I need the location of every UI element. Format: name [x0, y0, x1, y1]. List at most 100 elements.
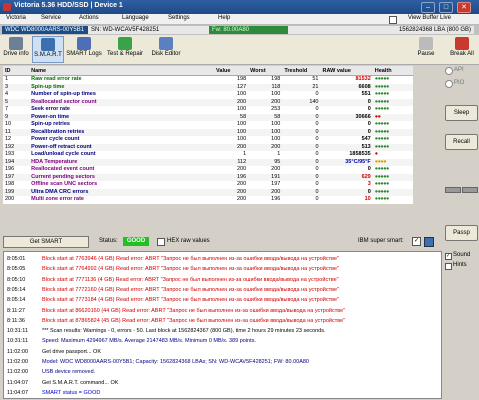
smart-value: 198 [236, 76, 247, 82]
get-smart-button[interactable]: Get SMART [3, 236, 89, 248]
smart-table: ID Name Value Worst Treshold RAW value H… [3, 66, 413, 204]
smart-value: 200 [214, 143, 249, 151]
device-model[interactable]: WDC WD8000AARS-00Y5B1 [2, 26, 89, 34]
smart-row[interactable]: 197 Current pending sectors 196 191 0 629 ●●●●… [3, 173, 413, 181]
sound-checkbox[interactable]: ✓ [445, 253, 452, 260]
log-options: ✓ Sound Hints [442, 251, 479, 397]
hex-raw-checkbox[interactable] [157, 238, 165, 246]
smart-row[interactable]: 199 Ultra DMA CRC errors 200 200 0 0 ●●●●● [3, 188, 413, 196]
view-buffer-live-checkbox[interactable] [389, 16, 397, 24]
smart-health: ●●●●● [372, 143, 413, 151]
pio-radio[interactable] [445, 80, 453, 88]
menu-settings[interactable]: Settings [168, 15, 190, 21]
grid-icon [159, 37, 173, 50]
smart-name: Power cycle count [31, 136, 80, 142]
smart-value: 200 [214, 188, 249, 196]
menu-victoria[interactable]: Victoria [6, 15, 26, 21]
smart-row[interactable]: 12 Power cycle count 100 100 0 547 ●●●●● [3, 136, 413, 144]
passp-button[interactable]: Passp [445, 225, 478, 241]
api-radio[interactable] [445, 67, 453, 75]
smart-worst: 95 [248, 158, 283, 166]
col-raw[interactable]: RAW value [320, 66, 373, 76]
hints-checkbox[interactable] [445, 263, 452, 270]
test-repair-button[interactable]: Test & Repair [104, 36, 146, 63]
smart-health: ●●●●● [372, 173, 413, 181]
smart-row[interactable]: 193 Load/unload cycle count 1 1 0 1858535 ● [3, 151, 413, 159]
maximize-button[interactable]: □ [439, 2, 453, 13]
col-value[interactable]: Value [214, 66, 249, 76]
smart-raw: 0 [320, 128, 373, 136]
minimize-button[interactable]: – [421, 2, 435, 13]
col-id[interactable]: ID [3, 66, 30, 76]
sleep-button[interactable]: Sleep [445, 105, 478, 121]
smart-threshold: 0 [282, 113, 321, 121]
smart-id: 4 [5, 91, 9, 97]
menu-service[interactable]: Service [41, 15, 61, 21]
log-message: Block start at 7773184 (4 GB) Read error… [42, 297, 339, 304]
smart-id: 1 [5, 76, 9, 82]
pause-button[interactable]: Pause [412, 36, 440, 63]
smart-value: 196 [214, 173, 249, 181]
log-time: 8:11:27 [7, 307, 25, 314]
menu-actions[interactable]: Actions [79, 15, 99, 21]
smart-name: Spin-up retries [31, 121, 70, 127]
smart-raw: 547 [361, 136, 371, 142]
menu-language[interactable]: Language [122, 15, 149, 21]
slider-left[interactable] [445, 187, 461, 193]
smart-row[interactable]: 194 HDA Temperature 112 95 0 35°C/95°F ●●●● [3, 158, 413, 166]
smart-health: ●●●●● [374, 166, 390, 172]
sound-label: Sound [453, 252, 471, 258]
smart-worst: 197 [271, 181, 281, 187]
col-health[interactable]: Health [372, 66, 413, 76]
toolbar: Drive info S.M.A.R.T SMART Logs Test & R… [0, 35, 479, 65]
smart-raw: 35°C/95°F [320, 158, 373, 166]
log-panel: 8:05:01 Block start at 7763946 (4 GB) Rea… [3, 251, 442, 399]
view-buffer-live-label: View Buffer Live [407, 15, 451, 21]
menu-help[interactable]: Help [218, 15, 230, 21]
smart-id: 5 [3, 98, 30, 106]
slider-right[interactable] [462, 187, 478, 193]
smart-row[interactable]: 10 Spin-up retries 100 100 0 0 ●●●●● [3, 121, 413, 129]
smart-health: ●●●●● [374, 91, 390, 97]
smart-health: ●●●●● [374, 136, 390, 142]
smart-row[interactable]: 11 Recalibration retries 100 100 0 0 ●●●●● [3, 128, 413, 136]
smart-row[interactable]: 3 Spin-up time 127 118 21 6608 ●●●●● [3, 83, 413, 91]
options-icon[interactable] [424, 237, 434, 247]
log-line: 8:11:27 Block start at 86620160 (44 GB) R… [4, 306, 441, 316]
smart-row[interactable]: 192 Power-off retract count 200 200 0 513 ●●●●… [3, 143, 413, 151]
log-time: 11:04:07 [7, 389, 29, 396]
smart-row[interactable]: 196 Reallocated event count 200 200 0 0 ●●●●● [3, 166, 413, 174]
log-time: 8:05:14 [7, 286, 26, 293]
smart-logs-button[interactable]: SMART Logs [66, 36, 102, 63]
log-message: *** Scan results: Warnings - 0, errors -… [42, 328, 326, 335]
smart-row[interactable]: 198 Offline scan UNC sectors 200 197 0 3 ●●●●● [3, 181, 413, 189]
close-button[interactable]: ✕ [457, 2, 471, 13]
smart-worst: 200 [248, 188, 283, 196]
smart-row[interactable]: 9 Power-on time 58 58 0 30666 ●● [3, 113, 413, 121]
smart-tab-button[interactable]: S.M.A.R.T [32, 36, 64, 63]
disk-editor-button[interactable]: Disk Editor [148, 36, 184, 63]
log-time: 8:05:01 [7, 256, 26, 262]
smart-worst: 253 [271, 106, 281, 112]
smart-row[interactable]: 7 Seek error rate 100 253 0 0 ●●●●● [3, 106, 413, 114]
smart-id: 7 [5, 106, 9, 112]
smart-raw: 629 [320, 173, 373, 181]
smart-row[interactable]: 1 Raw read error rate 198 198 51 81532 ●●●●● [3, 76, 413, 84]
ibm-super-smart-checkbox[interactable]: ✓ [412, 237, 421, 246]
device-lba: 1562824368 LBA (800 GB) [288, 26, 474, 34]
pause-label: Pause [417, 51, 435, 57]
smart-raw: 81532 [355, 76, 371, 82]
smart-row[interactable]: 200 Multi zone error rate 200 196 0 10 ●●●●● [3, 196, 413, 204]
hex-raw-label: HEX raw values [167, 238, 210, 244]
log-line: 8:05:05 Block start at 7764992 (4 GB) Rea… [4, 264, 441, 274]
log-line: 10:31:11 Speed: Maximum 4294967 MB/s. Ave… [4, 336, 441, 346]
col-worst[interactable]: Worst [248, 66, 283, 76]
drive-info-button[interactable]: Drive info [2, 36, 30, 63]
window-title: Victoria 5.36 HDD/SSD | Device 1 [14, 2, 123, 9]
recall-button[interactable]: Recall [445, 134, 478, 150]
app-icon [3, 3, 11, 11]
col-name[interactable]: Name [29, 66, 215, 76]
smart-row[interactable]: 5 Reallocated sector count 200 200 140 0 ●●●●● [3, 98, 413, 106]
col-threshold[interactable]: Treshold [282, 66, 321, 76]
smart-row[interactable]: 4 Number of spin-up times 100 100 0 551 ●●●●● [3, 91, 413, 99]
